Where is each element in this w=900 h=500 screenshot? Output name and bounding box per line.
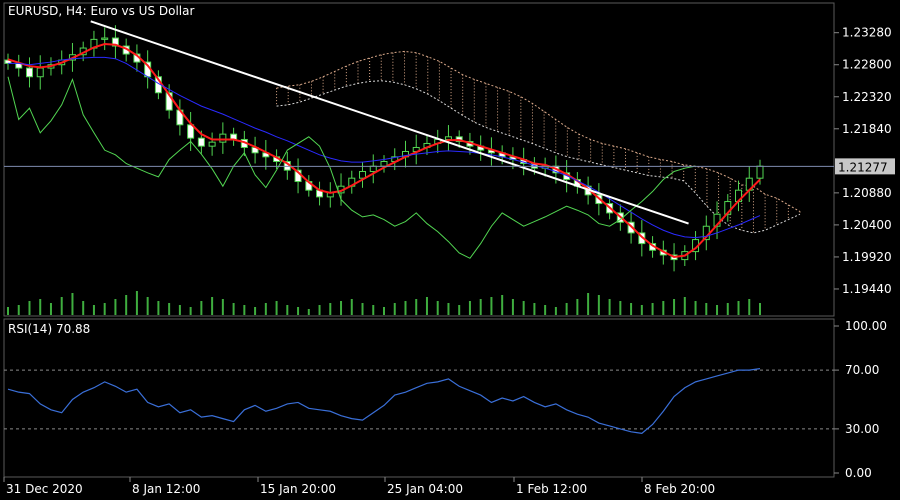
time-tick-label: 25 Jan 04:00 (387, 482, 463, 496)
price-tick-label: 1.22320 (842, 90, 892, 104)
rsi-tick-label: 70.00 (845, 363, 879, 377)
price-tick-label: 1.21840 (842, 122, 892, 136)
candle-body (208, 141, 216, 147)
candle-body (444, 136, 452, 140)
time-tick-label: 15 Jan 20:00 (260, 482, 336, 496)
chart-canvas[interactable]: 1.23280 1.22800 1.22320 1.21840 1.20880 1.204… (0, 0, 900, 500)
rsi-tick-label: 100.00 (845, 319, 887, 333)
chart-window: 1.23280 1.22800 1.22320 1.21840 1.20880 1.204… (0, 0, 900, 500)
current-price-label: 1.21277 (838, 160, 888, 174)
time-axis: 31 Dec 2020 8 Jan 12:00 15 Jan 20:00 25 Jan… (3, 477, 715, 496)
price-tick-label: 1.20400 (842, 218, 892, 232)
rsi-panel-frame (3, 318, 835, 478)
price-tick-label: 1.23280 (842, 26, 892, 40)
candle-body (369, 165, 377, 173)
price-tick-label: 1.19920 (842, 250, 892, 264)
price-tick-label: 1.20880 (842, 186, 892, 200)
price-panel[interactable]: 1.23280 1.22800 1.22320 1.21840 1.20880 1.204… (3, 2, 895, 317)
price-axis: 1.23280 1.22800 1.22320 1.21840 1.20880 1.204… (834, 26, 895, 296)
candle-body (359, 171, 367, 179)
rsi-title: RSI(14) 70.88 (8, 322, 90, 336)
price-tick-label: 1.22800 (842, 58, 892, 72)
candle-body (101, 37, 109, 40)
time-tick-label: 8 Jan 12:00 (132, 482, 200, 496)
rsi-tick-label: 0.00 (845, 466, 872, 480)
candle-body (25, 67, 33, 78)
candle-body (219, 133, 227, 143)
symbol-title: EURUSD, H4: Euro vs US Dollar (8, 4, 194, 18)
rsi-panel[interactable]: 100.00 70.00 30.00 0.00 RSI(14) 70.88 (3, 318, 887, 480)
candle-body (197, 137, 205, 147)
time-tick-label: 31 Dec 2020 (6, 482, 83, 496)
candle-body (756, 165, 764, 179)
time-tick-label: 8 Feb 20:00 (644, 482, 715, 496)
time-tick-label: 1 Feb 12:00 (516, 482, 587, 496)
rsi-tick-label: 30.00 (845, 422, 879, 436)
rsi-axis: 100.00 70.00 30.00 0.00 (834, 319, 887, 480)
price-tick-label: 1.19440 (842, 282, 892, 296)
candle-body (36, 67, 44, 78)
